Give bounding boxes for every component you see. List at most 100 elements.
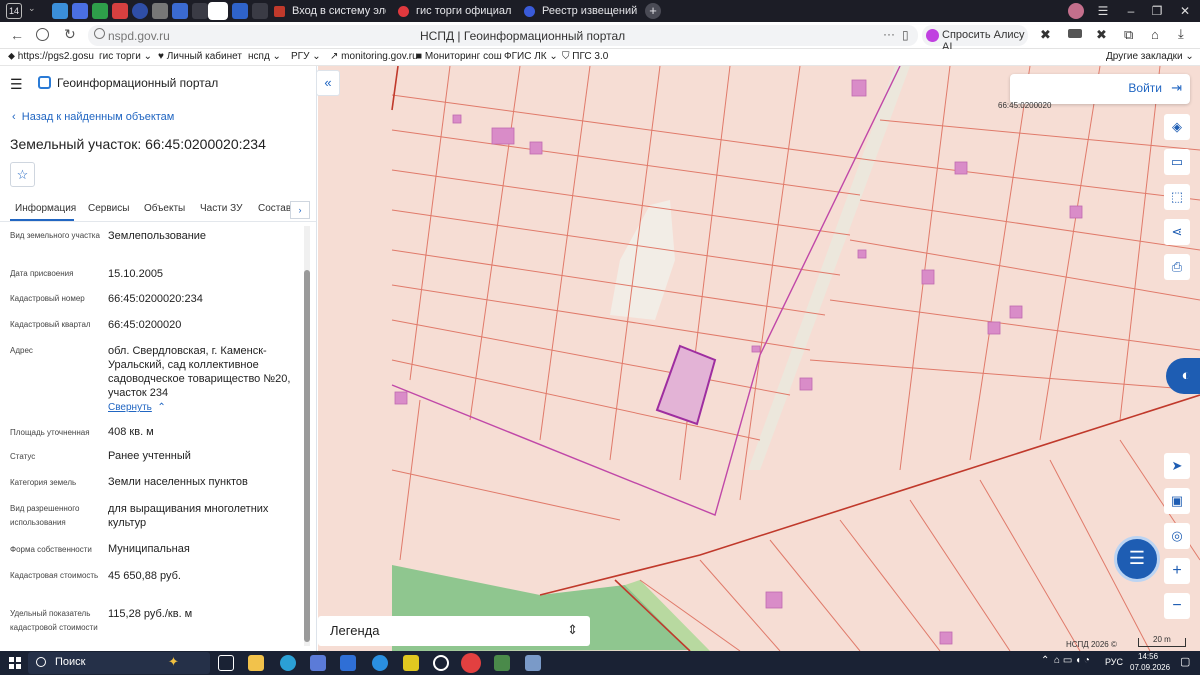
bookmark-item[interactable]: нспд ⌄: [248, 51, 281, 62]
panel-scrollbar[interactable]: [304, 226, 310, 646]
other-bookmarks[interactable]: Другие закладки ⌄: [1106, 51, 1194, 62]
extension-icon[interactable]: ✖: [1096, 27, 1107, 43]
app-icon[interactable]: [340, 655, 356, 671]
tray-icons[interactable]: ⌂ ▭ ◖ ◔: [1054, 655, 1090, 666]
tab-label: Реестр извещений: [542, 5, 638, 17]
scale-label: 20 m: [1153, 635, 1171, 644]
language-indicator[interactable]: РУС: [1105, 657, 1123, 667]
zoom-out-button[interactable]: −: [1164, 593, 1190, 619]
bookmark-item[interactable]: гис торги ⌄: [99, 51, 152, 62]
tab-services[interactable]: Сервисы: [88, 203, 129, 214]
pinned-tab-icon[interactable]: [232, 3, 248, 19]
maximize-icon[interactable]: ❐: [1144, 0, 1170, 22]
pinned-tab-icon[interactable]: [92, 3, 108, 19]
collapse-link[interactable]: Свернуть ⌃: [108, 402, 166, 413]
tab-2[interactable]: гис торги официальный с: [392, 2, 512, 21]
back-to-results-link[interactable]: ‹ Назад к найденным объектам: [12, 111, 174, 123]
extension-icon[interactable]: ✖: [1040, 27, 1051, 43]
start-icon[interactable]: [9, 657, 21, 669]
download-icon[interactable]: ⤓: [1178, 26, 1184, 42]
assistant-bubble-icon[interactable]: ◐: [1166, 358, 1200, 394]
profile-avatar[interactable]: [1068, 3, 1084, 19]
layers-icon[interactable]: ◈: [1164, 114, 1190, 140]
tab-parts[interactable]: Части ЗУ: [200, 203, 242, 214]
share-icon[interactable]: ⋖: [1164, 219, 1190, 245]
url-field[interactable]: nspd.gov.ru НСПД | Геоинформационный пор…: [88, 25, 918, 46]
chat-button[interactable]: ☰: [1114, 536, 1160, 582]
ie-icon[interactable]: [372, 655, 388, 671]
field-value: Муниципальная: [108, 543, 190, 555]
back-icon[interactable]: ←: [10, 27, 24, 43]
task-view-icon[interactable]: [218, 655, 234, 671]
more-icon[interactable]: ···: [883, 27, 895, 41]
extension-icon[interactable]: ⌂: [1151, 27, 1159, 42]
tab-counter[interactable]: 14: [6, 3, 22, 19]
tab-1[interactable]: Вход в систему электрон: [268, 2, 386, 21]
location-icon[interactable]: ➤: [1164, 453, 1190, 479]
active-tab-icon[interactable]: [208, 2, 228, 20]
field-value: 45 650,88 руб.: [108, 570, 181, 582]
pinned-tab-icon[interactable]: [172, 3, 188, 19]
basemap-icon[interactable]: ▣: [1164, 488, 1190, 514]
pinned-tab-icon[interactable]: [252, 3, 268, 19]
edge-icon[interactable]: [280, 655, 296, 671]
select-area-icon[interactable]: ⬚: [1164, 184, 1190, 210]
yandex-browser-icon[interactable]: [461, 653, 481, 673]
minimize-icon[interactable]: –: [1118, 0, 1144, 22]
extensions-puzzle-icon[interactable]: ⧉: [1124, 27, 1133, 43]
tab-3[interactable]: Реестр извещений: [518, 2, 644, 21]
app-icon[interactable]: [433, 655, 449, 671]
pinned-tab-icon[interactable]: [152, 3, 168, 19]
app-icon[interactable]: [494, 655, 510, 671]
extension-icon[interactable]: [1068, 29, 1082, 38]
pinned-tab-icon[interactable]: [72, 3, 88, 19]
app-icon[interactable]: [403, 655, 419, 671]
field-value: 115,28 руб./кв. м: [108, 608, 193, 620]
protect-icon[interactable]: [36, 28, 49, 41]
zoom-in-button[interactable]: +: [1164, 558, 1190, 584]
app-icon[interactable]: [525, 655, 541, 671]
taskbar-search[interactable]: Поиск ✦: [28, 652, 210, 674]
menu-icon[interactable]: ☰: [1090, 0, 1116, 22]
print-icon[interactable]: ⎙: [1164, 254, 1190, 280]
alice-button[interactable]: Спросить Алису AI: [922, 25, 1028, 53]
bookmark-item[interactable]: ♥ Личный кабинет: [158, 51, 242, 62]
pinned-tab-icon[interactable]: [112, 3, 128, 19]
close-icon[interactable]: ✕: [1172, 0, 1198, 22]
favorite-star-button[interactable]: ☆: [10, 162, 35, 187]
collapse-panel-button[interactable]: «: [316, 70, 340, 96]
portal-title: Геоинформационный портал: [57, 76, 219, 90]
tab-information[interactable]: Информация: [15, 203, 76, 214]
bookmark-item[interactable]: ⛉ ПГС 3.0: [562, 51, 608, 62]
new-tab-button[interactable]: +: [645, 3, 661, 19]
bookmark-item[interactable]: ⬥ https://pgs2.gosu: [8, 51, 94, 62]
bookmark-item[interactable]: ■ Мониторинг сош: [416, 51, 502, 62]
bookmark-item[interactable]: РГУ ⌄: [291, 51, 321, 62]
pinned-tab-icon[interactable]: [52, 3, 68, 19]
pinned-tab-icon[interactable]: [192, 3, 208, 19]
bookmark-icon[interactable]: ▯: [902, 28, 909, 42]
back-link-label: Назад к найденным объектам: [21, 111, 175, 123]
tab-objects[interactable]: Объекты: [144, 203, 185, 214]
clock-time[interactable]: 14:56: [1138, 652, 1158, 661]
store-icon[interactable]: [310, 655, 326, 671]
url-text: nspd.gov.ru: [108, 29, 170, 43]
reload-icon[interactable]: ↻: [64, 26, 76, 43]
notifications-icon[interactable]: ▢: [1180, 655, 1190, 668]
geolocation-icon[interactable]: ◎: [1164, 523, 1190, 549]
map-view[interactable]: Войти ⇥ 66:45:0200020 ◈ ▭ ⬚ ⋖ ⎙ ◐ ➤ ▣ ◎ …: [318, 66, 1200, 651]
bookmark-item[interactable]: ↗ monitoring.gov.ru: [330, 51, 418, 62]
ruler-icon[interactable]: ▭: [1164, 149, 1190, 175]
bookmark-item[interactable]: ФГИС ЛК ⌄: [504, 51, 558, 62]
scrollbar-thumb[interactable]: [304, 270, 310, 642]
tabs-next-button[interactable]: ›: [290, 201, 310, 219]
tray-arrow-icon[interactable]: ⌃: [1041, 655, 1049, 666]
pinned-tab-icon[interactable]: [132, 3, 148, 19]
tab-composition[interactable]: Состав: [258, 203, 291, 214]
hamburger-menu-icon[interactable]: ☰: [10, 76, 23, 93]
login-button[interactable]: Войти ⇥: [1010, 74, 1190, 104]
clock-date[interactable]: 07.09.2026: [1130, 663, 1170, 672]
explorer-icon[interactable]: [248, 655, 264, 671]
tabs-dropdown-icon[interactable]: ⌄: [28, 3, 36, 14]
legend-panel[interactable]: Легенда ⇕: [318, 616, 590, 646]
